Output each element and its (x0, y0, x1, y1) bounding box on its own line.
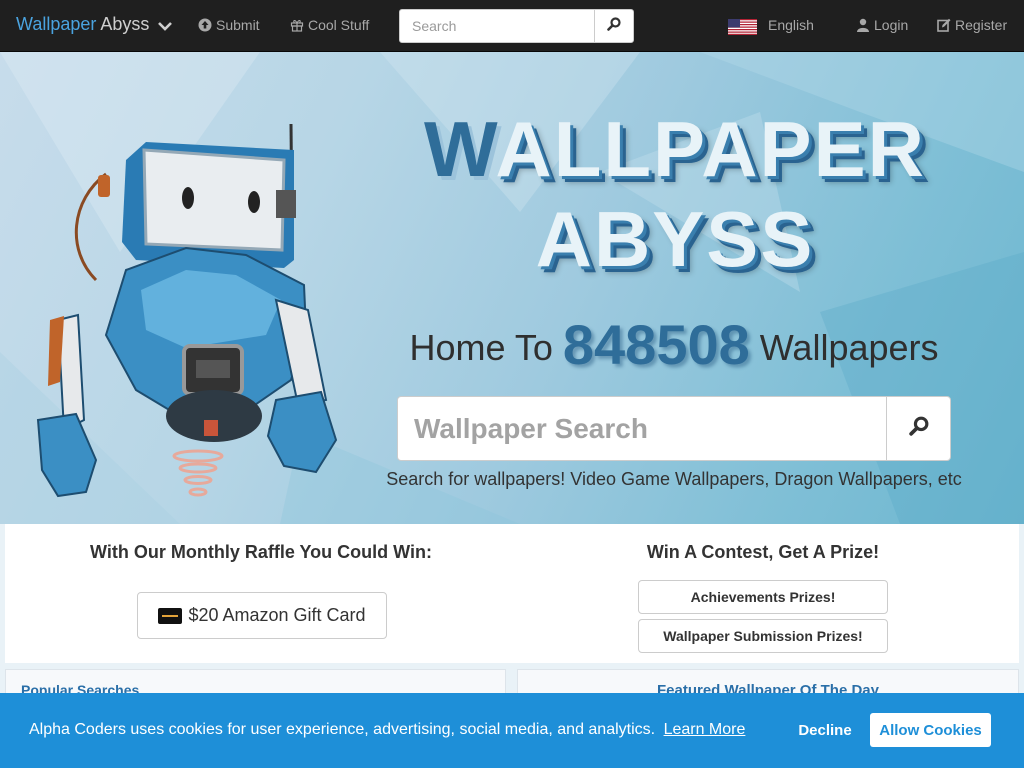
upload-icon (198, 17, 216, 33)
search-icon (607, 16, 621, 36)
hero-search (397, 396, 951, 461)
register-link[interactable]: Register (937, 17, 1007, 33)
gift-card-label: $20 Amazon Gift Card (188, 605, 366, 625)
gift-card-icon (158, 607, 183, 624)
login-link[interactable]: Login (856, 17, 908, 33)
chevron-down-icon (158, 15, 173, 36)
search-hint: Search for wallpapers! Video Game Wallpa… (386, 469, 962, 489)
gift-card-button[interactable]: $20 Amazon Gift Card (137, 592, 387, 639)
us-flag-icon[interactable] (728, 19, 757, 35)
cookie-banner: Alpha Coders uses cookies for user exper… (0, 693, 1024, 768)
learn-more-link[interactable]: Learn More (664, 721, 746, 738)
submit-label: Submit (216, 17, 260, 33)
search-icon (908, 416, 929, 441)
wallpaper-search-button[interactable] (886, 396, 951, 461)
wallpaper-count: 848508 (562, 313, 750, 376)
brand-rest: Abyss (100, 14, 150, 34)
brand-accent: Wallpaper (16, 14, 97, 34)
raffle-heading: With Our Monthly Raffle You Could Win: (90, 542, 432, 562)
robot-mascot (36, 120, 346, 512)
cookie-message: Alpha Coders uses cookies for user exper… (29, 721, 745, 739)
wallpaper-search-input[interactable] (397, 396, 887, 461)
hero-banner: WALLPAPER ABYSS Home To 848508 Wallpaper… (0, 52, 1024, 524)
edit-icon (937, 17, 955, 33)
cookie-text: Alpha Coders uses cookies for user exper… (29, 721, 656, 738)
achievements-prizes-button[interactable]: Achievements Prizes! (638, 580, 888, 614)
wallpaper-count-tagline: Home To 848508 Wallpapers (386, 312, 962, 377)
submission-prizes-button[interactable]: Wallpaper Submission Prizes! (638, 619, 888, 653)
hero-title-rest: ALLPAPER (495, 105, 926, 193)
gift-icon (290, 17, 308, 33)
brand-dropdown[interactable]: Wallpaper Abyss (16, 14, 173, 36)
register-label: Register (955, 17, 1008, 33)
nav-search (399, 9, 634, 43)
login-label: Login (874, 17, 909, 33)
top-navbar: Wallpaper Abyss Submit Cool Stuff Englis… (0, 0, 1024, 52)
contest-heading: Win A Contest, Get A Prize! (646, 542, 880, 562)
cool-stuff-label: Cool Stuff (308, 17, 370, 33)
search-input[interactable] (399, 9, 595, 43)
wallpapers-label: Wallpapers (759, 327, 939, 368)
home-to-label: Home To (409, 327, 553, 368)
user-icon (856, 17, 874, 33)
cool-stuff-link[interactable]: Cool Stuff (290, 17, 369, 33)
decline-cookies-button[interactable]: Decline (788, 713, 862, 747)
submit-link[interactable]: Submit (198, 17, 260, 33)
hero-title-line1: WALLPAPER (424, 105, 926, 193)
allow-cookies-button[interactable]: Allow Cookies (870, 713, 991, 747)
hero-title-line2: ABYSS (535, 195, 815, 283)
search-button[interactable] (594, 9, 634, 43)
language-select[interactable]: English (768, 17, 814, 33)
